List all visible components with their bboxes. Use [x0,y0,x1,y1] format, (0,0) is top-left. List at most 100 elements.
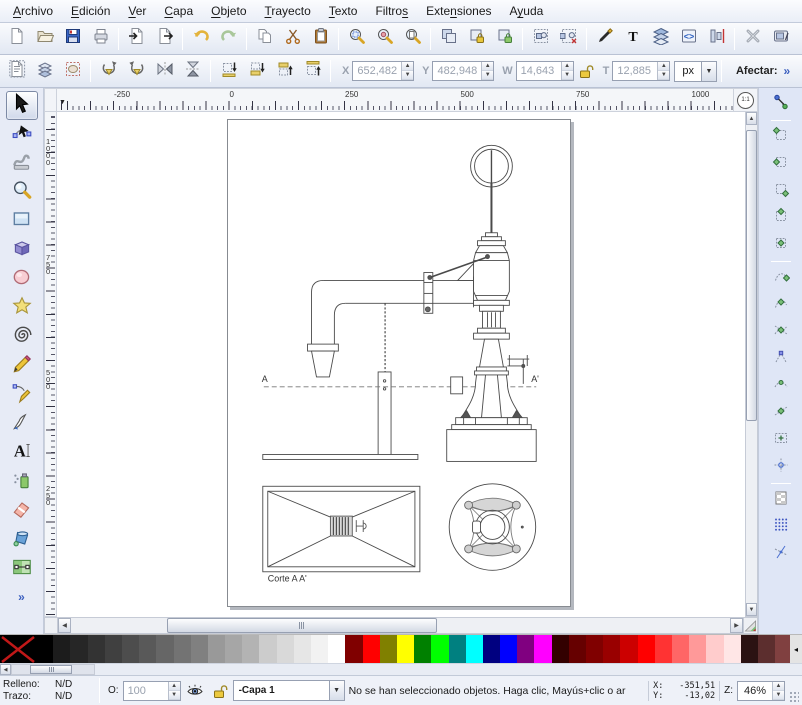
swatch-5c2e2e[interactable] [758,635,775,663]
calligraphy-tool-button[interactable] [6,410,38,439]
snap-bbox-edges-button[interactable] [767,151,794,177]
menu-capa[interactable]: Capa [155,2,202,20]
unlink-clone-button[interactable] [491,25,518,52]
horizontal-scroll-thumb[interactable] [167,618,437,633]
menu-extensiones[interactable]: Extensiones [417,2,500,20]
spin-up-icon[interactable]: ▲ [482,62,493,71]
menu-filtros[interactable]: Filtros [366,2,417,20]
swatch-ffffff[interactable] [328,635,345,663]
swatch-008000[interactable] [414,635,431,663]
scroll-left-icon[interactable]: ◀ [58,618,71,633]
snap-page-border-button[interactable] [767,487,794,513]
scroll-right-icon[interactable]: ▶ [730,618,743,633]
fill-stroke-button[interactable] [591,25,618,52]
swatch-808000[interactable] [380,635,397,663]
swatch-ff0000[interactable] [363,635,380,663]
snap-bbox-centers-button[interactable] [767,232,794,258]
zoom-page-button[interactable] [399,25,426,52]
flip-horizontal-button[interactable] [151,58,178,85]
text-tool-button[interactable]: A [6,439,38,468]
star-tool-button[interactable] [6,294,38,323]
tweak-button[interactable] [6,149,38,178]
save-button[interactable] [59,25,86,52]
snap-nodes-button[interactable] [767,265,794,291]
swatch-990000[interactable] [603,635,620,663]
select-all-button[interactable] [3,58,30,85]
create-clone-button[interactable] [463,25,490,52]
menu-trayecto[interactable]: Trayecto [256,2,320,20]
swatch-330000[interactable] [552,635,569,663]
snap-guides-button[interactable] [767,541,794,567]
input-devices-button[interactable] [767,25,794,52]
box3d-tool-button[interactable] [6,236,38,265]
cut-button[interactable] [279,25,306,52]
menu-edición[interactable]: Edición [62,2,119,20]
spin-down-icon[interactable]: ▼ [482,71,493,80]
swatch-ff6666[interactable] [672,635,689,663]
ungroup-button[interactable] [555,25,582,52]
snap-path-intersections-button[interactable] [767,319,794,345]
snap-object-centers-button[interactable] [767,427,794,453]
snap-bbox-corners-button[interactable] [767,178,794,204]
swatch-666666[interactable] [156,635,173,663]
swatch-2b1212[interactable] [741,635,758,663]
chevron-down-icon[interactable]: ▼ [701,62,716,81]
menu-ayuda[interactable]: Ayuda [501,2,553,20]
export-button[interactable] [151,25,178,52]
palette-scrollbar[interactable]: ◀ [0,663,802,675]
scroll-up-icon[interactable]: ▲ [746,112,757,125]
swatch-ff3333[interactable] [655,635,672,663]
menu-archivo[interactable]: Archivo [4,2,62,20]
toolbox-overflow-chevron[interactable]: » [18,590,25,604]
align-button[interactable] [703,25,730,52]
toolbar-overflow-chevron[interactable]: » [784,64,791,78]
open-button[interactable] [31,25,58,52]
swatch-808080[interactable] [191,635,208,663]
zoom-spinbox[interactable]: 46% ▲▼ [737,681,785,701]
horizontal-scrollbar[interactable]: ◀ ▶ [57,617,744,634]
selector-button[interactable] [6,91,38,120]
snap-grid-button[interactable] [767,514,794,540]
swatch-a6a6a6[interactable] [225,635,242,663]
snap-bbox-button[interactable] [767,124,794,150]
spin-down-icon[interactable]: ▼ [658,71,669,80]
swatch-ff0000[interactable] [638,635,655,663]
swatch-800000[interactable] [586,635,603,663]
swatch-ffe6e6[interactable] [724,635,741,663]
menu-ver[interactable]: Ver [119,2,155,20]
swatch-000080[interactable] [483,635,500,663]
menu-objeto[interactable]: Objeto [202,2,255,20]
snap-smooth-nodes-button[interactable] [767,373,794,399]
swatch-ff00ff[interactable] [534,635,551,663]
spin-down-icon[interactable]: ▼ [169,691,180,700]
xml-editor-button[interactable]: <> [675,25,702,52]
copy-button[interactable] [251,25,278,52]
swatch-cc0000[interactable] [620,635,637,663]
swatch-ffff00[interactable] [397,635,414,663]
lock-ratio-toggle[interactable] [575,61,595,81]
x-spinbox[interactable]: 652,482▲▼ [352,61,414,81]
swatch-000000[interactable] [36,635,53,663]
duplicate-button[interactable] [435,25,462,52]
swatch-008080[interactable] [449,635,466,663]
bucket-tool-button[interactable] [6,526,38,555]
swatch-none[interactable] [0,635,36,663]
swatch-800080[interactable] [517,635,534,663]
chevron-down-icon[interactable]: ▼ [329,681,344,700]
undo-button[interactable] [187,25,214,52]
horizontal-ruler[interactable]: ▼ -25002505007501000 [57,88,734,112]
layer-lock-toggle[interactable] [209,681,229,701]
rectangle-tool-button[interactable] [6,207,38,236]
paste-button[interactable] [307,25,334,52]
swatch-0000ff[interactable] [500,635,517,663]
cms-toggle-button[interactable]: 1:1 [734,88,758,112]
spray-tool-button[interactable] [6,468,38,497]
snap-bbox-edge-midpoints-button[interactable] [767,205,794,231]
swatch-1c1c1c[interactable] [53,635,70,663]
swatch-ff9999[interactable] [689,635,706,663]
pencil-tool-button[interactable] [6,352,38,381]
swatch-b3b3b3[interactable] [242,635,259,663]
print-button[interactable] [87,25,114,52]
spin-up-icon[interactable]: ▲ [562,62,573,71]
deselect-button[interactable] [59,58,86,85]
